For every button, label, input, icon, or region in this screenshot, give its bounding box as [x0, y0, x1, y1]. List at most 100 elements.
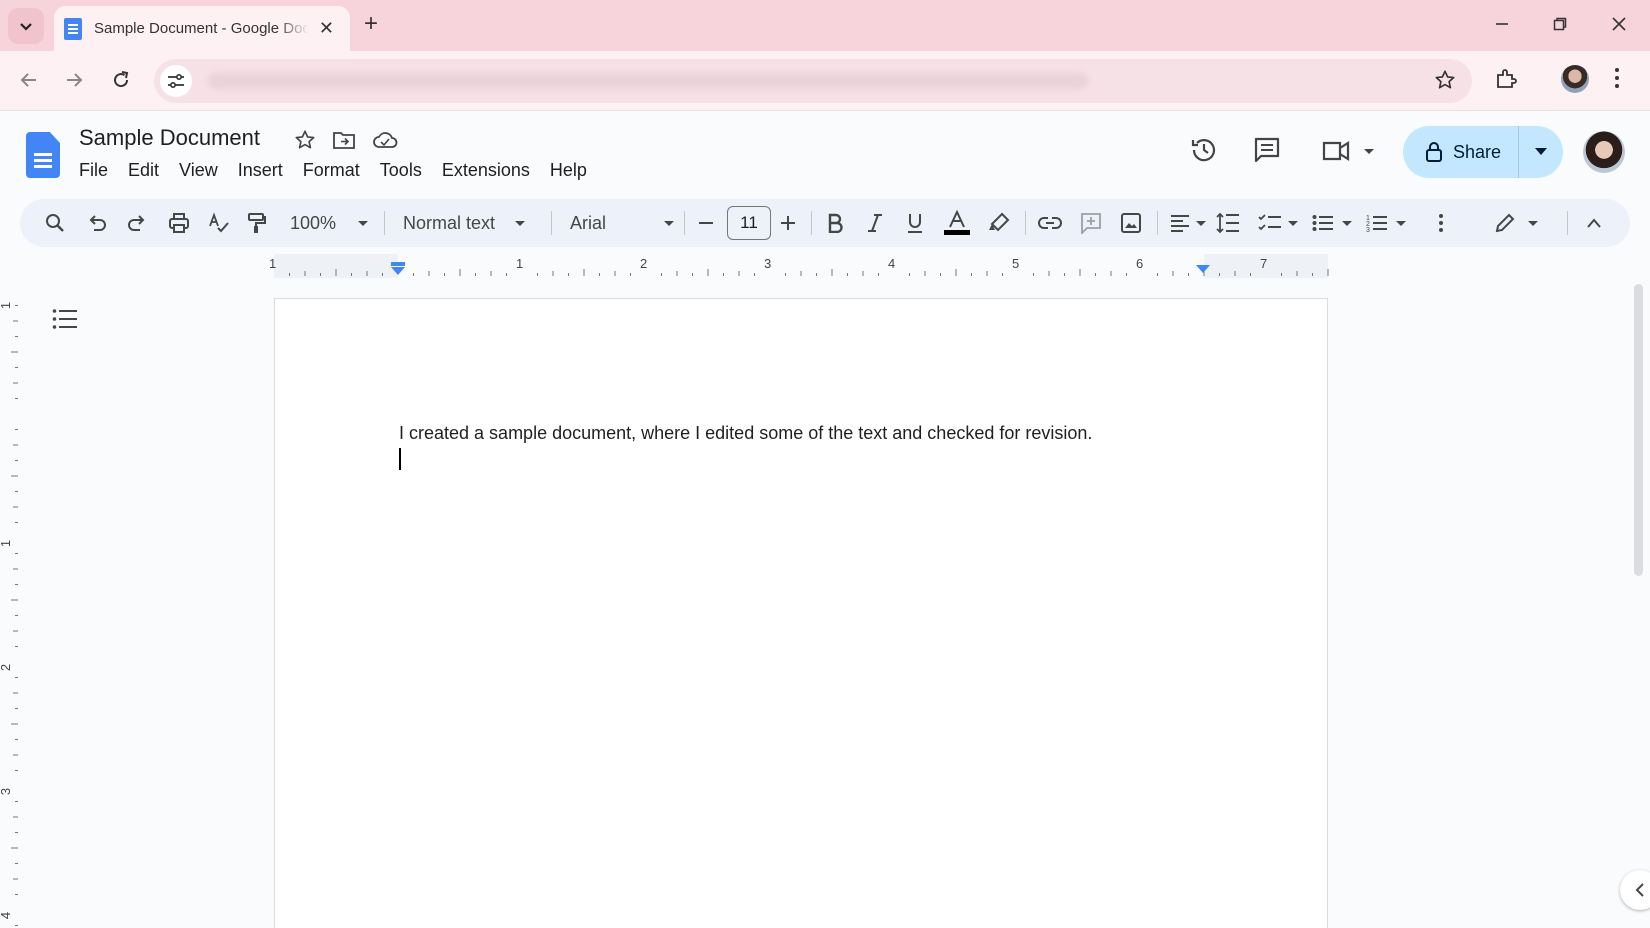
font-dropdown-icon: [664, 220, 675, 226]
right-indent-marker-icon[interactable]: [1195, 264, 1211, 274]
browser-profile-avatar[interactable]: [1561, 65, 1589, 93]
docs-logo-icon[interactable]: [26, 132, 60, 178]
share-dropdown-icon[interactable]: [1519, 148, 1563, 156]
zoom-value: 100%: [290, 212, 337, 233]
style-select[interactable]: Normal text: [403, 211, 526, 235]
meet-icon[interactable]: [1320, 135, 1374, 165]
vertical-ruler[interactable]: 1 1 2 3 4: [0, 278, 20, 928]
bullet-list-icon[interactable]: [1312, 211, 1352, 235]
menu-help[interactable]: Help: [540, 160, 597, 181]
menu-view[interactable]: View: [169, 160, 228, 181]
browser-menu-icon[interactable]: [1614, 67, 1620, 89]
left-indent-marker-icon[interactable]: [390, 262, 406, 276]
browser-toolbar: [0, 51, 1650, 111]
more-icon[interactable]: [1438, 211, 1444, 235]
increase-font-size-icon[interactable]: [780, 211, 796, 235]
bookmark-star-icon[interactable]: [1434, 69, 1456, 91]
menu-bar: File Edit View Insert Format Tools Exten…: [79, 160, 597, 181]
extensions-icon[interactable]: [1494, 67, 1518, 91]
zoom-dropdown-icon: [358, 220, 369, 226]
ruler-mark: 2: [0, 664, 13, 671]
tab-close-icon[interactable]: ✕: [319, 18, 334, 39]
horizontal-ruler[interactable]: 1 1 2 3 4 5 6 7: [20, 254, 1630, 278]
minimize-icon[interactable]: [1490, 12, 1514, 36]
ruler-mark: 5: [1012, 256, 1020, 271]
restore-icon[interactable]: [1548, 12, 1572, 36]
highlight-icon[interactable]: [988, 211, 1010, 235]
menu-insert[interactable]: Insert: [228, 160, 293, 181]
menu-format[interactable]: Format: [293, 160, 370, 181]
browser-tab[interactable]: Sample Document - Google Docs ✕: [54, 6, 350, 51]
ruler-mark: 4: [0, 912, 13, 919]
font-family-value: Arial: [570, 212, 607, 233]
document-title[interactable]: Sample Document: [79, 125, 260, 151]
document-body-text[interactable]: I created a sample document, where I edi…: [399, 423, 1092, 444]
new-tab-button[interactable]: +: [364, 12, 378, 36]
ruler-mark: 1: [269, 256, 277, 271]
redo-icon[interactable]: [126, 211, 148, 235]
menu-tools[interactable]: Tools: [370, 160, 432, 181]
text-color-icon[interactable]: [942, 210, 972, 235]
style-dropdown-icon: [515, 220, 526, 226]
tab-search-button[interactable]: [8, 8, 44, 44]
print-icon[interactable]: [168, 211, 190, 235]
font-select[interactable]: Arial: [570, 211, 675, 235]
cloud-saved-icon[interactable]: [372, 129, 398, 151]
vertical-scrollbar[interactable]: [1634, 284, 1643, 576]
paragraph-style-value: Normal text: [403, 212, 496, 233]
format-toolbar: 100% Normal text Arial 11 1 2 3: [20, 199, 1630, 247]
docs-header: Sample Document File Edit View Insert Fo…: [0, 111, 1650, 191]
spellcheck-icon[interactable]: [208, 211, 230, 235]
menu-file[interactable]: File: [79, 160, 118, 181]
undo-icon[interactable]: [86, 211, 108, 235]
decrease-font-size-icon[interactable]: [698, 211, 714, 235]
toolbar-divider: [1025, 211, 1026, 235]
address-bar[interactable]: [154, 59, 1472, 103]
link-icon[interactable]: [1038, 211, 1062, 235]
toolbar-divider: [811, 211, 812, 235]
toolbar-divider: [551, 211, 552, 235]
chevron-down-icon: [20, 23, 32, 31]
document-page[interactable]: I created a sample document, where I edi…: [274, 298, 1328, 928]
comment-add-icon[interactable]: [1080, 211, 1102, 235]
image-icon[interactable]: [1120, 211, 1142, 235]
underline-icon[interactable]: [906, 211, 924, 235]
share-label: Share: [1453, 141, 1502, 162]
paint-format-icon[interactable]: [246, 211, 268, 235]
share-button[interactable]: Share: [1403, 126, 1563, 178]
account-avatar[interactable]: [1583, 131, 1625, 173]
search-icon[interactable]: [44, 211, 66, 235]
svg-text:3: 3: [1366, 227, 1370, 233]
bold-icon[interactable]: [826, 211, 844, 235]
line-spacing-icon[interactable]: [1216, 211, 1240, 235]
checklist-icon[interactable]: [1258, 211, 1298, 235]
toolbar-divider: [384, 211, 385, 235]
document-outline-icon[interactable]: [52, 308, 78, 330]
ruler-mark: 6: [1136, 256, 1144, 271]
numbered-list-icon[interactable]: 123: [1366, 211, 1406, 235]
menu-edit[interactable]: Edit: [118, 160, 169, 181]
edit-mode-icon[interactable]: [1494, 211, 1538, 235]
font-size-input[interactable]: 11: [727, 206, 771, 240]
back-icon[interactable]: [16, 67, 42, 93]
toolbar-divider: [1157, 211, 1158, 235]
version-history-icon[interactable]: [1189, 135, 1219, 165]
italic-icon[interactable]: [866, 211, 884, 235]
zoom-select[interactable]: 100%: [290, 211, 369, 235]
ruler-mark: 3: [764, 256, 772, 271]
align-icon[interactable]: [1170, 211, 1206, 235]
ruler-mark: 7: [1260, 256, 1268, 271]
docs-favicon-icon: [64, 17, 82, 40]
star-icon[interactable]: [294, 129, 316, 151]
reload-icon[interactable]: [108, 67, 134, 93]
move-folder-icon[interactable]: [332, 129, 356, 151]
url-text-blurred: [208, 73, 1088, 89]
text-cursor: [399, 448, 401, 470]
comments-icon[interactable]: [1252, 135, 1282, 165]
close-window-icon[interactable]: [1607, 12, 1631, 36]
document-canvas: I created a sample document, where I edi…: [20, 278, 1630, 928]
menu-extensions[interactable]: Extensions: [432, 160, 540, 181]
forward-icon[interactable]: [61, 67, 87, 93]
site-info-icon[interactable]: [160, 65, 192, 97]
collapse-icon[interactable]: [1586, 211, 1602, 235]
